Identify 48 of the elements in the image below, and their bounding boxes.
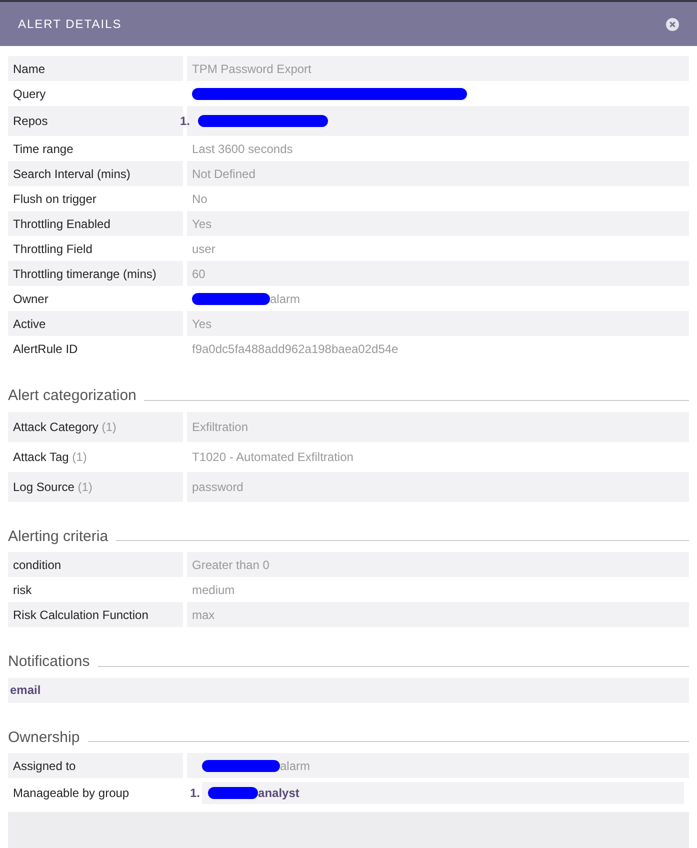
section-title: Alert categorization <box>8 386 136 406</box>
list-number: 1. <box>180 113 190 130</box>
field-value: user <box>192 240 216 258</box>
field-label: Throttling timerange (mins) <box>13 266 156 282</box>
field-label: Manageable by group <box>13 785 130 802</box>
field-value: Exfiltration <box>192 418 248 436</box>
close-icon[interactable] <box>666 18 679 30</box>
section-title: Alerting criteria <box>8 526 108 546</box>
field-label: AlertRule ID <box>13 340 78 358</box>
field-label: Time range <box>13 140 74 158</box>
field-label: Risk Calculation Function <box>13 606 148 624</box>
field-label: Log Source (1) <box>13 478 92 496</box>
field-label: Search Interval (mins) <box>13 166 130 182</box>
field-label: Attack Category (1) <box>13 418 116 436</box>
field-value: Greater than 0 <box>192 556 270 574</box>
field-value: No <box>192 190 208 208</box>
field-label: condition <box>13 556 62 574</box>
field-value: alarm <box>280 758 310 774</box>
section-title: Notifications <box>8 652 90 672</box>
field-label: Flush on trigger <box>13 190 96 208</box>
notification-type: email <box>10 682 41 699</box>
field-value: Yes <box>192 316 212 332</box>
section-title: Ownership <box>8 728 80 748</box>
field-label: risk <box>13 582 32 598</box>
list-number: 1. <box>190 785 200 802</box>
field-value: TPM Password Export <box>192 60 312 78</box>
field-label: Active <box>13 316 46 332</box>
field-label: Throttling Field <box>13 240 92 258</box>
field-label: Repos <box>13 113 48 130</box>
field-value: password <box>192 478 244 496</box>
redaction-mark <box>208 787 258 799</box>
field-value: T1020 - Automated Exfiltration <box>192 448 354 466</box>
field-value: Not Defined <box>192 166 256 182</box>
field-value: alarm <box>270 290 300 308</box>
field-value: Last 3600 seconds <box>192 140 293 158</box>
field-label: Assigned to <box>13 758 76 774</box>
field-value: f9a0dc5fa488add962a198baea02d54e <box>192 340 398 358</box>
field-value: max <box>192 606 215 624</box>
field-value: 60 <box>192 266 206 282</box>
field-value: analyst <box>258 785 300 802</box>
field-label: Name <box>13 60 46 78</box>
dialog-title: ALERT DETAILS <box>18 16 122 33</box>
field-label: Owner <box>13 290 48 308</box>
field-value: medium <box>192 582 235 598</box>
field-value: Yes <box>192 216 212 232</box>
field-label: Attack Tag (1) <box>13 448 87 466</box>
field-label: Throttling Enabled <box>13 216 110 232</box>
field-label: Query <box>13 86 46 102</box>
